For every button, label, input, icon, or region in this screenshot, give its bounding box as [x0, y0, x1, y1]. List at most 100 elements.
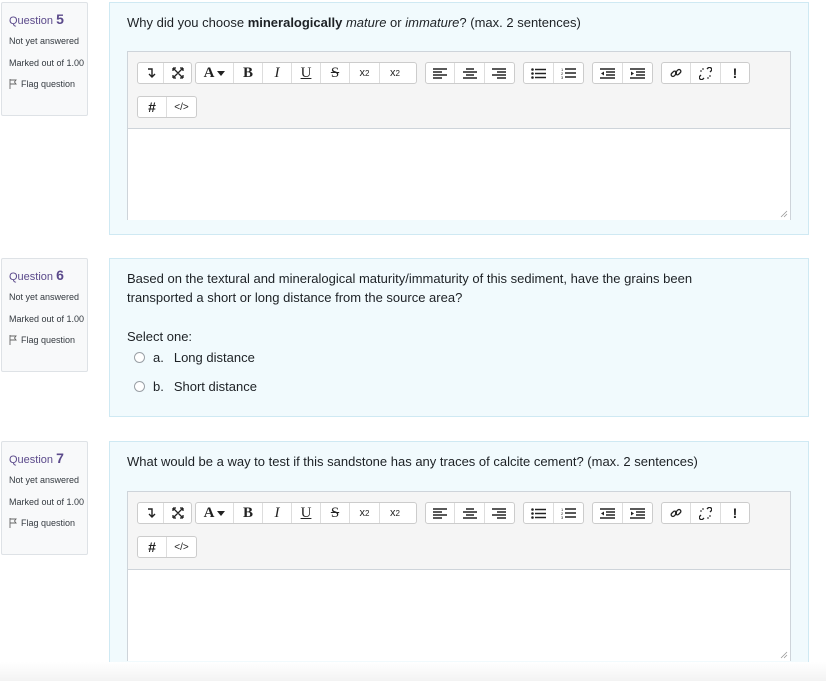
bullet-list-icon: [530, 67, 546, 79]
fullscreen-button[interactable]: [164, 503, 191, 523]
question-number: Question 5: [9, 11, 64, 27]
resize-grip-icon[interactable]: [780, 651, 788, 659]
radio-button[interactable]: [134, 352, 145, 363]
expand-toolbar-icon: [147, 68, 155, 78]
question-text: Why did you choose mineralogically matur…: [127, 15, 581, 30]
indent-button[interactable]: [623, 63, 652, 83]
italic-button[interactable]: I: [263, 63, 292, 83]
question-info: Question 7 Not yet answered Marked out o…: [1, 441, 88, 555]
answer-textarea[interactable]: [128, 129, 790, 220]
toolbar-group-misc: [137, 502, 192, 524]
toolbar-group-extra: # </>: [137, 96, 197, 118]
toolbar-group-style: A B I U S x2 x2: [195, 62, 417, 84]
flag-label: Flag question: [21, 518, 76, 528]
toolbar-toggle-button[interactable]: [138, 63, 164, 83]
unordered-list-button[interactable]: [524, 503, 554, 523]
superscript-2: 2: [395, 68, 400, 78]
align-right-icon: [492, 67, 507, 79]
italic-button[interactable]: I: [263, 503, 292, 523]
subscript-button[interactable]: x2: [350, 503, 380, 523]
flag-icon: [9, 518, 17, 528]
align-right-button[interactable]: [485, 503, 514, 523]
option-letter: b.: [153, 379, 164, 394]
toolbar-toggle-button[interactable]: [138, 503, 164, 523]
radio-button[interactable]: [134, 381, 145, 392]
unlink-button[interactable]: [691, 63, 721, 83]
underline-button[interactable]: U: [292, 63, 321, 83]
flag-question-link[interactable]: Flag question: [9, 335, 87, 345]
link-button[interactable]: [662, 63, 691, 83]
strikethrough-button[interactable]: S: [321, 503, 350, 523]
toolbar-group-misc: [137, 62, 192, 84]
font-color-button[interactable]: A: [196, 63, 234, 83]
bullet-list-icon: [530, 507, 546, 519]
toolbar-group-links: !: [661, 502, 750, 524]
toolbar-group-links: !: [661, 62, 750, 84]
subscript-button[interactable]: x2: [350, 63, 380, 83]
question-content: What would be a way to test if this sand…: [109, 441, 809, 676]
flag-icon: [9, 79, 17, 89]
page-bottom-shade: [0, 662, 826, 681]
html-source-button[interactable]: </>: [167, 537, 196, 557]
align-left-icon: [433, 67, 448, 79]
toolbar-group-indent: [592, 62, 653, 84]
html-source-button[interactable]: </>: [167, 97, 196, 117]
superscript-button[interactable]: x2: [380, 63, 410, 83]
hashtag-button[interactable]: #: [138, 97, 167, 117]
question-number: Question 7: [9, 450, 64, 466]
font-color-button[interactable]: A: [196, 503, 234, 523]
unlink-button[interactable]: [691, 503, 721, 523]
unordered-list-button[interactable]: [524, 63, 554, 83]
question-grade: Marked out of 1.00: [9, 314, 85, 324]
question-content: Based on the textural and mineralogical …: [109, 258, 809, 417]
question-content: Why did you choose mineralogically matur…: [109, 2, 809, 235]
bold-button[interactable]: B: [234, 503, 263, 523]
important-button[interactable]: !: [721, 503, 749, 523]
flag-question-link[interactable]: Flag question: [9, 518, 87, 528]
important-button[interactable]: !: [721, 63, 749, 83]
indent-icon: [629, 507, 645, 519]
option-b[interactable]: b. Short distance: [134, 379, 257, 394]
align-right-icon: [492, 507, 507, 519]
fullscreen-icon: [171, 507, 184, 519]
outdent-button[interactable]: [593, 503, 623, 523]
unlink-icon: [699, 66, 712, 80]
superscript-button[interactable]: x2: [380, 503, 410, 523]
rich-text-editor: A B I U S x2 x2 123 ! # </>: [127, 51, 791, 220]
editor-toolbar: A B I U S x2 x2 123 ! # </>: [128, 52, 790, 129]
hashtag-button[interactable]: #: [138, 537, 167, 557]
resize-grip-icon[interactable]: [780, 210, 788, 218]
align-right-button[interactable]: [485, 63, 514, 83]
editor-toolbar: A B I U S x2 x2 123 ! # </>: [128, 492, 790, 570]
ordered-list-button[interactable]: 123: [554, 503, 583, 523]
outdent-icon: [599, 507, 615, 519]
outdent-button[interactable]: [593, 63, 623, 83]
answer-textarea[interactable]: [128, 570, 790, 661]
bold-button[interactable]: B: [234, 63, 263, 83]
ordered-list-button[interactable]: 123: [554, 63, 583, 83]
indent-button[interactable]: [623, 503, 652, 523]
align-left-icon: [433, 507, 448, 519]
link-button[interactable]: [662, 503, 691, 523]
option-a[interactable]: a. Long distance: [134, 350, 255, 365]
strikethrough-button[interactable]: S: [321, 63, 350, 83]
select-prompt: Select one:: [127, 329, 193, 344]
question-text: Based on the textural and mineralogical …: [127, 271, 693, 305]
question-grade: Marked out of 1.00: [9, 497, 85, 507]
question-text: What would be a way to test if this sand…: [127, 454, 698, 469]
toolbar-group-align: [425, 62, 515, 84]
flag-question-link[interactable]: Flag question: [9, 79, 87, 89]
caret-down-icon: [217, 510, 226, 516]
unlink-icon: [699, 506, 712, 520]
question-info: Question 6 Not yet answered Marked out o…: [1, 258, 88, 372]
align-left-button[interactable]: [426, 503, 456, 523]
font-color-label: A: [203, 64, 215, 81]
fullscreen-button[interactable]: [164, 63, 191, 83]
align-center-button[interactable]: [455, 63, 485, 83]
align-left-button[interactable]: [426, 63, 456, 83]
svg-text:3: 3: [561, 75, 564, 79]
link-icon: [670, 68, 682, 78]
expand-toolbar-icon: [147, 508, 155, 518]
align-center-button[interactable]: [455, 503, 485, 523]
underline-button[interactable]: U: [292, 503, 321, 523]
